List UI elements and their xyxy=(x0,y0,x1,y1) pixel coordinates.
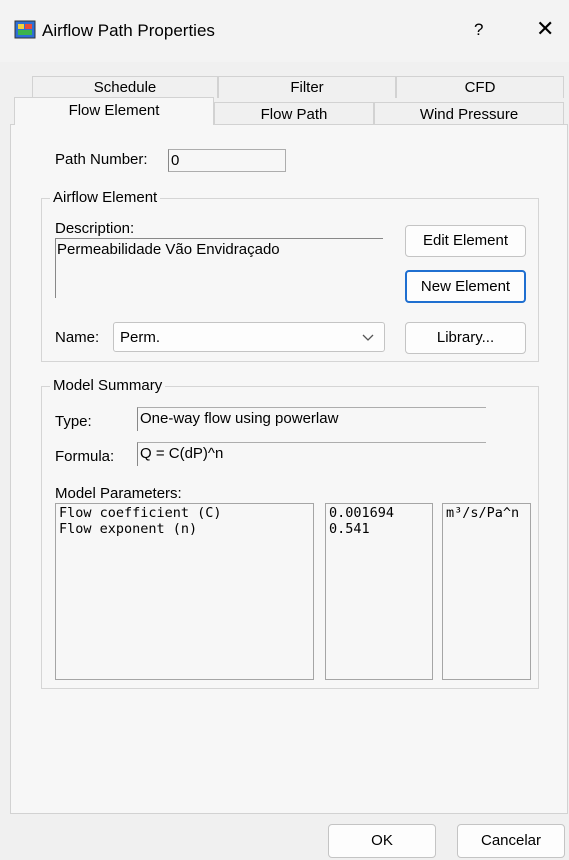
parameter-units-list[interactable]: m³/s/Pa^n xyxy=(442,503,531,680)
ok-button[interactable]: OK xyxy=(328,824,436,858)
app-icon xyxy=(14,20,36,39)
window-title: Airflow Path Properties xyxy=(42,21,215,40)
name-label: Name: xyxy=(55,329,100,346)
list-item: Flow exponent (n) xyxy=(59,521,198,537)
type-label: Type: xyxy=(55,413,92,430)
formula-label: Formula: xyxy=(55,448,115,465)
description-label: Description: xyxy=(55,220,135,237)
name-select-value: Perm. xyxy=(120,329,161,346)
chevron-down-icon xyxy=(362,334,374,341)
model-parameters-label: Model Parameters: xyxy=(55,485,182,502)
type-value: One-way flow using powerlaw xyxy=(140,410,339,427)
list-item: 0.001694 xyxy=(329,505,395,521)
path-number-label: Path Number: xyxy=(55,151,148,168)
formula-value: Q = C(dP)^n xyxy=(140,445,224,462)
tab-wind-pressure[interactable]: Wind Pressure xyxy=(374,102,564,124)
tab-flow-element[interactable]: Flow Element xyxy=(14,97,214,125)
edit-element-button[interactable]: Edit Element xyxy=(405,225,526,257)
formula-field: Q = C(dP)^n xyxy=(137,442,486,466)
list-item: Flow coefficient (C) xyxy=(59,505,222,521)
tab-schedule[interactable]: Schedule xyxy=(32,76,218,98)
tab-cfd[interactable]: CFD xyxy=(396,76,564,98)
tab-flow-path[interactable]: Flow Path xyxy=(214,102,374,124)
new-element-button[interactable]: New Element xyxy=(405,270,526,303)
model-summary-title: Model Summary xyxy=(50,377,166,394)
parameter-values-list[interactable]: 0.001694 0.541 xyxy=(325,503,433,680)
close-button[interactable]: ✕ xyxy=(536,16,554,42)
airflow-element-group: Airflow Element Description: Permeabilid… xyxy=(41,189,539,362)
tab-filter[interactable]: Filter xyxy=(218,76,396,98)
dialog-footer: OK Cancelar xyxy=(0,814,569,860)
airflow-element-title: Airflow Element xyxy=(50,189,161,206)
type-field: One-way flow using powerlaw xyxy=(137,407,486,431)
library-button[interactable]: Library... xyxy=(405,322,526,354)
description-value: Permeabilidade Vão Envidraçado xyxy=(57,241,280,258)
name-select[interactable]: Perm. xyxy=(113,322,385,352)
model-summary-group: Model Summary Type: One-way flow using p… xyxy=(41,377,539,689)
list-item: 0.541 xyxy=(329,521,370,537)
parameter-names-list[interactable]: Flow coefficient (C) Flow exponent (n) xyxy=(55,503,314,680)
path-number-value: 0 xyxy=(171,152,180,169)
description-field[interactable]: Permeabilidade Vão Envidraçado xyxy=(55,238,383,298)
title-bar: Airflow Path Properties ? ✕ xyxy=(0,0,569,62)
tab-panel: Path Number: 0 Airflow Element Descripti… xyxy=(10,124,568,814)
help-button[interactable]: ? xyxy=(474,20,483,40)
path-number-field[interactable]: 0 xyxy=(168,149,286,172)
cancel-button[interactable]: Cancelar xyxy=(457,824,565,858)
list-item: m³/s/Pa^n xyxy=(446,505,520,521)
